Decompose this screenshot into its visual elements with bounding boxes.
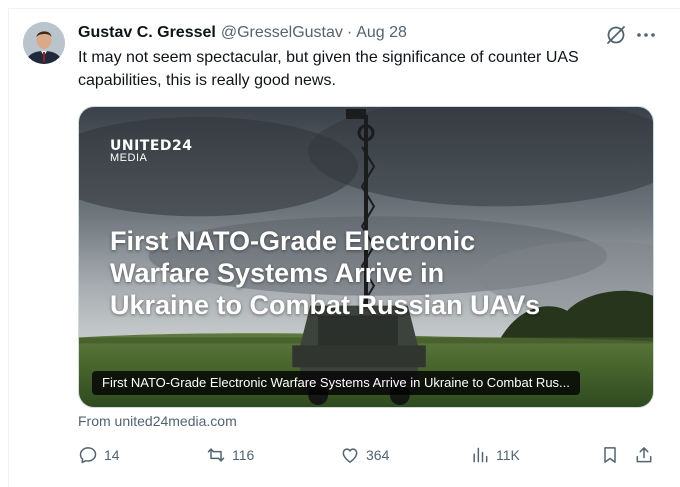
avatar[interactable] <box>23 22 65 64</box>
share-icon <box>636 447 652 463</box>
like-button[interactable]: 364 <box>340 444 389 466</box>
like-icon <box>342 448 358 463</box>
card-brand-logo: UNITED24 MEDIA <box>110 138 193 164</box>
more-icon[interactable] <box>635 24 657 46</box>
reply-button[interactable]: 14 <box>78 444 120 466</box>
share-button[interactable] <box>634 444 654 466</box>
tweet-header: Gustav C. Gressel @GresselGustav · Aug 2… <box>78 22 407 44</box>
tweet-text: It may not seem spectacular, but given t… <box>78 49 579 89</box>
repost-button[interactable]: 116 <box>206 444 254 466</box>
views-count: 11K <box>496 447 520 463</box>
grok-icon[interactable] <box>605 24 627 46</box>
author-handle[interactable]: @GresselGustav <box>221 24 343 42</box>
views-icon <box>473 447 488 463</box>
like-count: 364 <box>366 447 390 463</box>
action-bar: 14 116 364 11K <box>78 444 658 466</box>
link-card[interactable]: UNITED24 MEDIA First NATO-Grade Electron… <box>78 106 654 408</box>
bookmark-icon <box>604 447 616 463</box>
brand-line-1: UNITED24 <box>110 138 193 154</box>
bookmark-button[interactable] <box>600 444 620 466</box>
reply-count: 14 <box>104 447 120 463</box>
tweet-date[interactable]: Aug 28 <box>356 24 407 42</box>
repost-icon <box>207 448 225 462</box>
reply-icon <box>79 447 97 464</box>
card-title-overlay: First NATO-Grade Electronic Warfare Syst… <box>92 371 580 395</box>
repost-count: 116 <box>232 447 255 463</box>
author-name[interactable]: Gustav C. Gressel <box>78 24 216 42</box>
card-headline: First NATO-Grade Electronic Warfare Syst… <box>110 226 541 320</box>
views-button[interactable]: 11K <box>470 444 520 466</box>
card-source[interactable]: From united24media.com <box>78 413 237 429</box>
avatar-image <box>23 22 65 64</box>
separator-dot: · <box>346 24 353 41</box>
